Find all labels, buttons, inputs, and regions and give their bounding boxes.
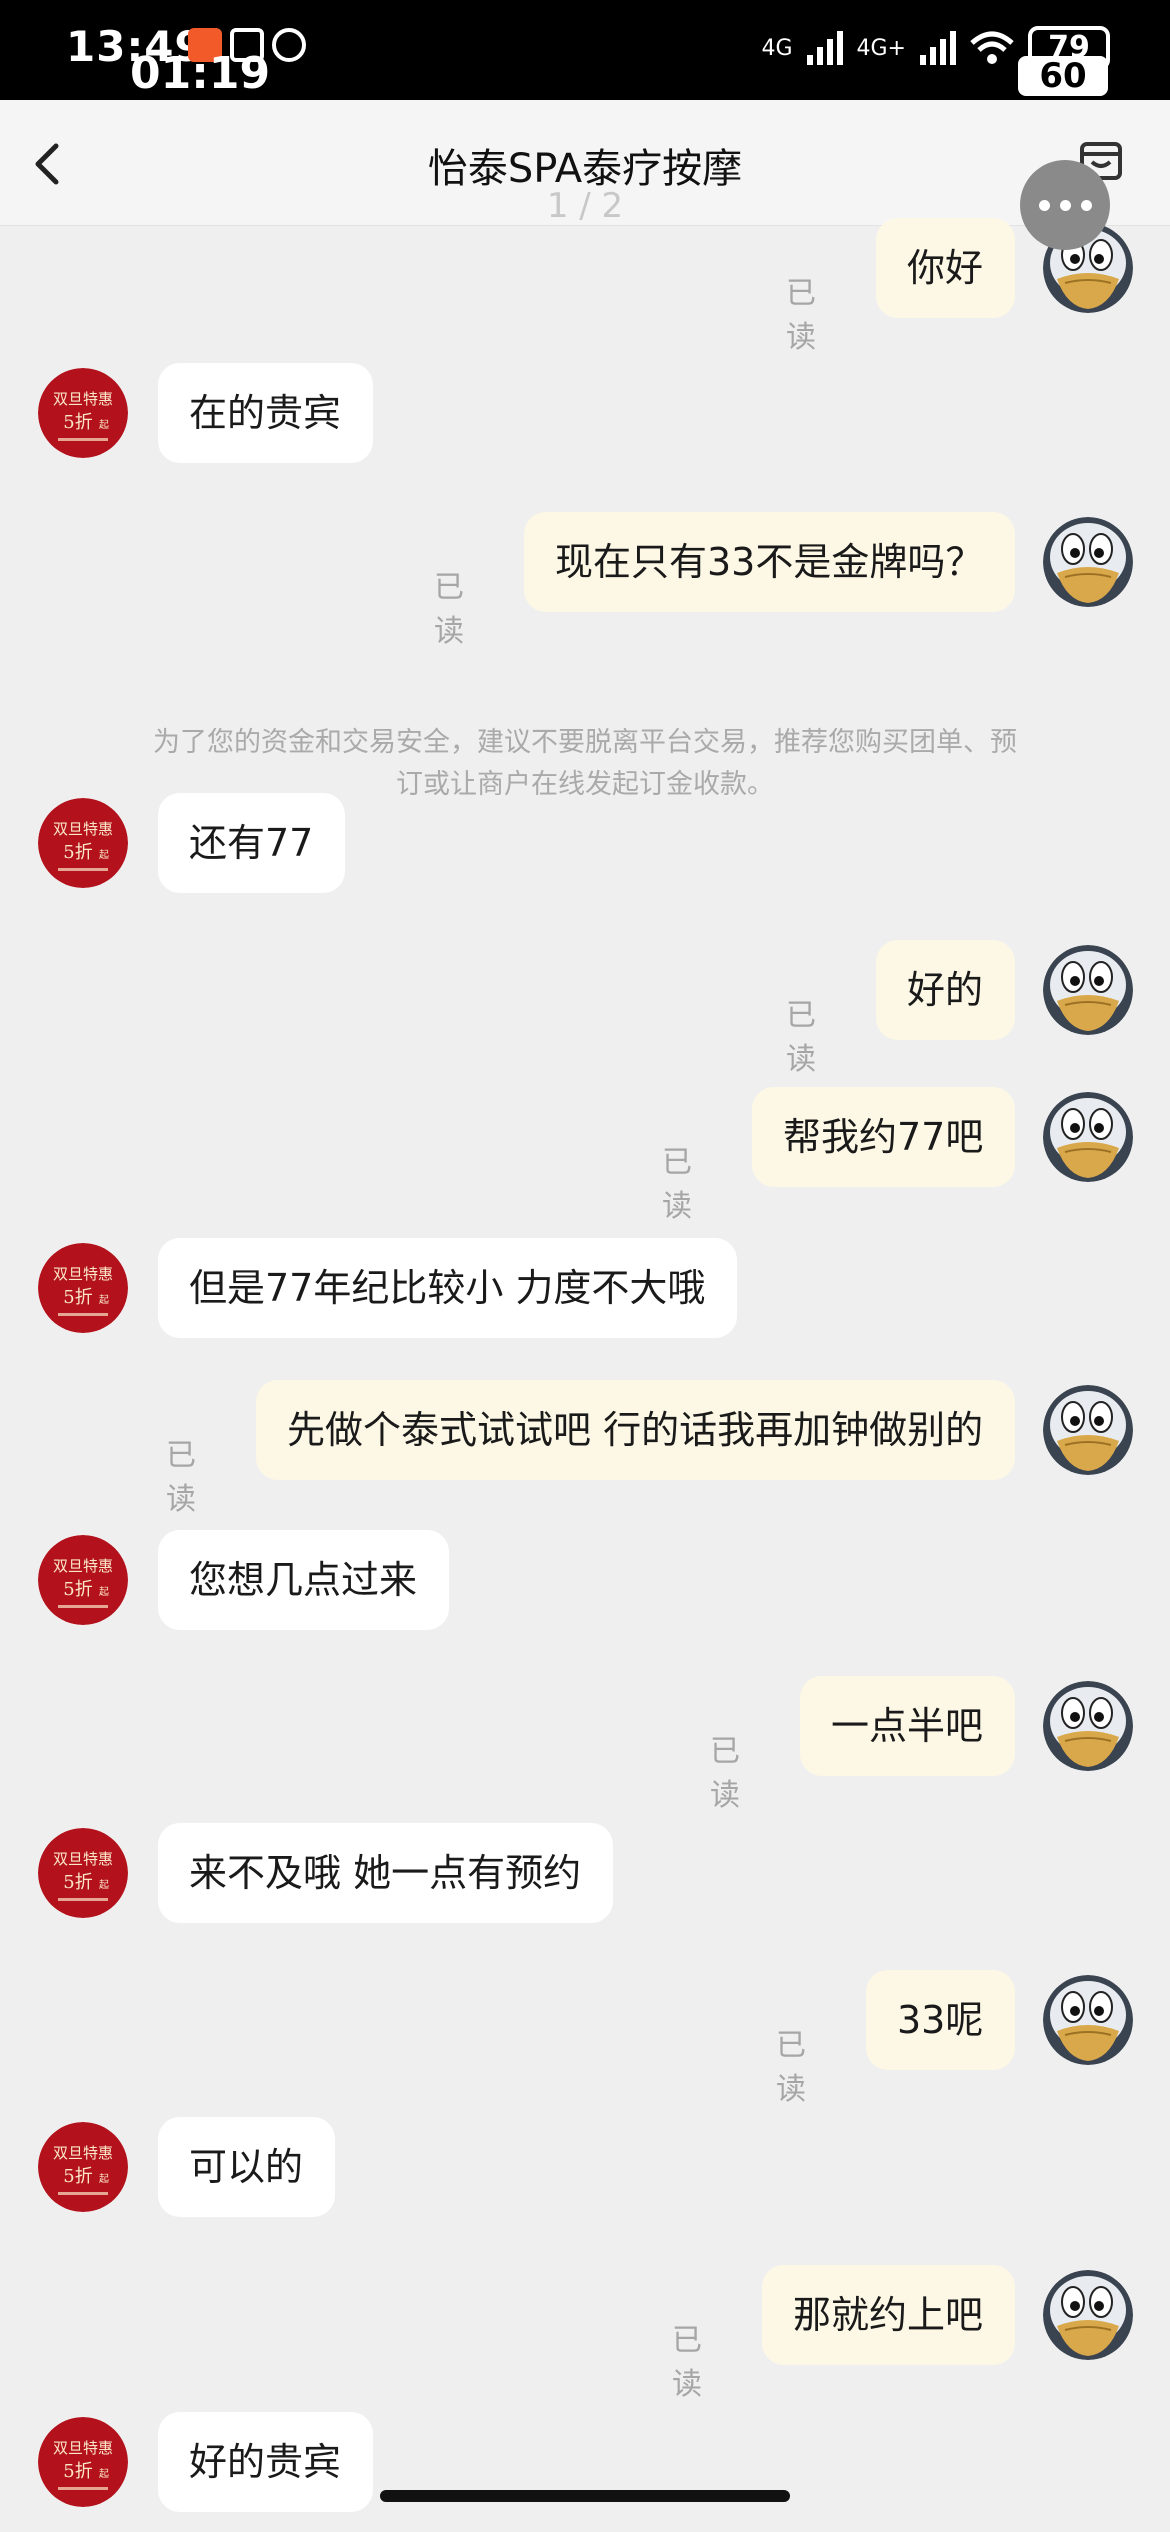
merchant-avatar[interactable]: 双旦特惠 5折起 xyxy=(38,2122,128,2212)
chat-header: 怡泰SPA泰疗按摩 1 / 2 xyxy=(0,100,1170,226)
svg-text:5折: 5折 xyxy=(63,1579,92,1600)
message-bubble[interactable]: 33呢 xyxy=(866,1970,1015,2070)
user-avatar[interactable] xyxy=(1043,945,1133,1035)
svg-text:双旦特惠: 双旦特惠 xyxy=(53,1557,113,1575)
message-bubble[interactable]: 可以的 xyxy=(158,2117,335,2217)
svg-text:起: 起 xyxy=(99,2468,109,2480)
message-bubble[interactable]: 还有77 xyxy=(158,793,345,893)
merchant-avatar[interactable]: 双旦特惠 5折起 xyxy=(38,1535,128,1625)
status-bar: 13:49 01:19 4G 4G+ 79 60 xyxy=(0,0,1170,100)
svg-text:5折: 5折 xyxy=(63,1872,92,1893)
message-bubble[interactable]: 那就约上吧 xyxy=(762,2265,1015,2365)
svg-text:5折: 5折 xyxy=(63,842,92,863)
user-avatar[interactable] xyxy=(1043,1385,1133,1475)
signal-icon-2 xyxy=(920,31,956,65)
more-dot-icon xyxy=(1059,199,1071,211)
more-options-button[interactable] xyxy=(1020,160,1110,250)
read-receipt: 已读 xyxy=(786,276,816,355)
signal-icon xyxy=(806,31,843,65)
svg-text:5折: 5折 xyxy=(63,1287,92,1308)
svg-text:双旦特惠: 双旦特惠 xyxy=(53,1265,113,1283)
read-receipt: 已读 xyxy=(434,570,464,649)
read-receipt: 已读 xyxy=(166,1438,196,1517)
more-dot-icon xyxy=(1038,199,1050,211)
message-bubble[interactable]: 您想几点过来 xyxy=(158,1530,449,1630)
read-receipt: 已读 xyxy=(710,1734,740,1813)
read-receipt: 已读 xyxy=(776,2028,806,2107)
user-avatar[interactable] xyxy=(1043,2270,1133,2360)
svg-text:双旦特惠: 双旦特惠 xyxy=(53,1850,113,1868)
svg-text:双旦特惠: 双旦特惠 xyxy=(53,2439,113,2457)
message-bubble[interactable]: 现在只有33不是金牌吗？ xyxy=(524,512,1015,612)
network-label-right: 4G+ xyxy=(856,35,906,61)
svg-text:双旦特惠: 双旦特惠 xyxy=(53,820,113,838)
more-dot-icon xyxy=(1080,199,1092,211)
svg-text:5折: 5折 xyxy=(63,2166,92,2187)
svg-text:起: 起 xyxy=(99,2173,109,2185)
user-avatar[interactable] xyxy=(1043,1681,1133,1771)
merchant-avatar[interactable]: 双旦特惠 5折起 xyxy=(38,798,128,888)
message-bubble[interactable]: 好的 xyxy=(876,940,1015,1040)
network-label-left: 4G xyxy=(761,35,793,61)
wifi-icon xyxy=(970,31,1014,64)
merchant-avatar[interactable]: 双旦特惠 5折起 xyxy=(38,1828,128,1918)
message-bubble[interactable]: 但是77年纪比较小 力度不大哦 xyxy=(158,1238,737,1338)
message-bubble[interactable]: 帮我约77吧 xyxy=(752,1087,1015,1187)
merchant-avatar[interactable]: 双旦特惠 5折起 xyxy=(38,368,128,458)
refresh-rate-badge: 60 xyxy=(1018,56,1108,96)
svg-text:起: 起 xyxy=(99,849,109,861)
svg-text:起: 起 xyxy=(99,1879,109,1891)
merchant-avatar[interactable]: 双旦特惠 5折起 xyxy=(38,1243,128,1333)
read-receipt: 已读 xyxy=(672,2323,702,2402)
svg-text:5折: 5折 xyxy=(63,412,92,433)
message-bubble[interactable]: 你好 xyxy=(876,218,1015,318)
merchant-avatar[interactable]: 双旦特惠 5折起 xyxy=(38,2417,128,2507)
user-avatar[interactable] xyxy=(1043,1975,1133,2065)
svg-text:双旦特惠: 双旦特惠 xyxy=(53,390,113,408)
svg-text:双旦特惠: 双旦特惠 xyxy=(53,2144,113,2162)
svg-text:起: 起 xyxy=(99,1586,109,1598)
read-receipt: 已读 xyxy=(662,1145,692,1224)
message-bubble[interactable]: 好的贵宾 xyxy=(158,2412,373,2512)
alarm-icon xyxy=(272,28,306,62)
read-receipt: 已读 xyxy=(786,998,816,1077)
user-avatar[interactable] xyxy=(1043,1092,1133,1182)
message-bubble[interactable]: 先做个泰式试试吧 行的话我再加钟做别的 xyxy=(256,1380,1015,1480)
user-avatar[interactable] xyxy=(1043,517,1133,607)
svg-text:5折: 5折 xyxy=(63,2461,92,2482)
svg-text:起: 起 xyxy=(99,419,109,431)
svg-text:起: 起 xyxy=(99,1294,109,1306)
overlay-time: 01:19 xyxy=(130,48,271,99)
message-bubble[interactable]: 来不及哦 她一点有预约 xyxy=(158,1823,613,1923)
home-indicator[interactable] xyxy=(380,2490,790,2502)
message-bubble[interactable]: 在的贵宾 xyxy=(158,363,373,463)
message-bubble[interactable]: 一点半吧 xyxy=(800,1676,1015,1776)
